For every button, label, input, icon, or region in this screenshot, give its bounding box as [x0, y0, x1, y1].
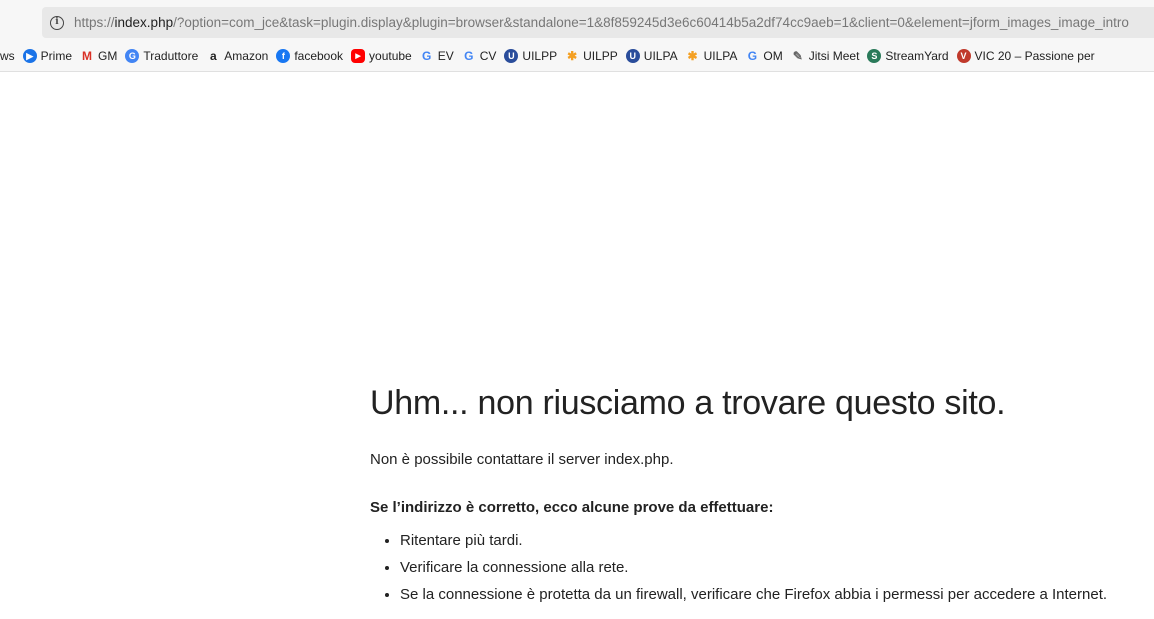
google-icon: G	[422, 49, 432, 63]
bookmark-label: Traduttore	[143, 49, 199, 63]
bookmark-label: UILPA	[703, 49, 738, 63]
error-message: Non è possibile contattare il server ind…	[370, 451, 674, 468]
address-bar[interactable]: i https://index.php/?option=com_jce&task…	[42, 7, 1154, 38]
tips-heading: Se l’indirizzo è corretto, ecco alcune p…	[370, 499, 774, 516]
translate-icon: G	[125, 49, 140, 63]
streamyard-icon: S	[867, 49, 882, 63]
bookmark-label: Prime	[40, 49, 73, 63]
bookmark-item[interactable]: U UILPA	[625, 49, 678, 63]
url-path: /?option=com_jce&task=plugin.display&plu…	[173, 15, 1129, 30]
joomla-icon: ✱	[567, 49, 578, 63]
jitsi-icon: ✎	[792, 49, 803, 63]
bookmark-label: VIC 20 – Passione per	[974, 49, 1095, 63]
facebook-icon: f	[276, 49, 291, 63]
google-icon: G	[464, 49, 474, 63]
gmail-icon: M	[82, 49, 93, 63]
bookmark-item[interactable]: G CV	[462, 49, 497, 63]
info-icon[interactable]: i	[50, 15, 64, 30]
bookmark-item[interactable]: ▶ youtube	[351, 49, 412, 63]
play-icon: ▶	[22, 49, 37, 63]
tips-list: Ritentare più tardi. Verificare la conne…	[400, 532, 1150, 603]
bookmark-label: OM	[763, 49, 783, 63]
bookmark-item[interactable]: G OM	[745, 49, 783, 63]
bookmark-item[interactable]: ✱ UILPP	[565, 49, 618, 63]
error-page: Uhm... non riusciamo a trovare questo si…	[370, 383, 1150, 613]
browser-toolbar: i https://index.php/?option=com_jce&task…	[0, 0, 1154, 72]
bookmark-item[interactable]: ✱ UILPA	[686, 49, 738, 63]
bookmark-label: UILPA	[643, 49, 678, 63]
bookmark-item[interactable]: V VIC 20 – Passione per	[956, 49, 1095, 63]
bookmark-label: GM	[98, 49, 118, 63]
bookmark-item[interactable]: U UILPP	[504, 49, 557, 63]
bookmark-label: ws	[0, 49, 15, 63]
url-scheme: https://	[74, 15, 115, 30]
google-icon: G	[747, 49, 758, 63]
bookmark-label: UILPP	[583, 49, 618, 63]
bookmark-item[interactable]: M GM	[80, 49, 117, 63]
bookmarks-bar: ws ▶ Prime M GM G Traduttore a Amazon f facebook ▶ y…	[0, 45, 1154, 67]
bookmark-item[interactable]: ws	[0, 49, 15, 63]
url-host: index.php	[114, 15, 174, 30]
bookmark-item[interactable]: G EV	[420, 49, 454, 63]
tip-item: Se la connessione è protetta da un firew…	[400, 586, 1150, 603]
bookmark-label: CV	[479, 49, 497, 63]
youtube-icon: ▶	[351, 49, 366, 63]
bookmark-label: Jitsi Meet	[808, 49, 860, 63]
tip-item: Verificare la connessione alla rete.	[400, 559, 1150, 576]
tip-item: Ritentare più tardi.	[400, 532, 1150, 549]
bookmark-label: UILPP	[522, 49, 558, 63]
bookmark-item[interactable]: a Amazon	[206, 49, 268, 63]
uil-icon: U	[625, 49, 640, 63]
bookmark-item[interactable]: G Traduttore	[125, 49, 198, 63]
bookmark-item[interactable]: ✎ Jitsi Meet	[791, 49, 860, 63]
bookmark-label: youtube	[369, 49, 412, 63]
amazon-icon: a	[209, 49, 217, 63]
bookmark-item[interactable]: ▶ Prime	[22, 49, 73, 63]
uil-icon: U	[504, 49, 519, 63]
error-title: Uhm... non riusciamo a trovare questo si…	[370, 384, 1006, 422]
bookmark-label: EV	[437, 49, 454, 63]
bookmark-label: facebook	[294, 49, 344, 63]
bookmark-item[interactable]: f facebook	[276, 49, 343, 63]
vic20-icon: V	[956, 49, 971, 63]
bookmark-item[interactable]: S StreamYard	[867, 49, 949, 63]
bookmark-label: Amazon	[224, 49, 269, 63]
joomla-icon: ✱	[687, 49, 698, 63]
bookmark-label: StreamYard	[885, 49, 949, 63]
url-text[interactable]: https://index.php/?option=com_jce&task=p…	[74, 15, 1154, 30]
